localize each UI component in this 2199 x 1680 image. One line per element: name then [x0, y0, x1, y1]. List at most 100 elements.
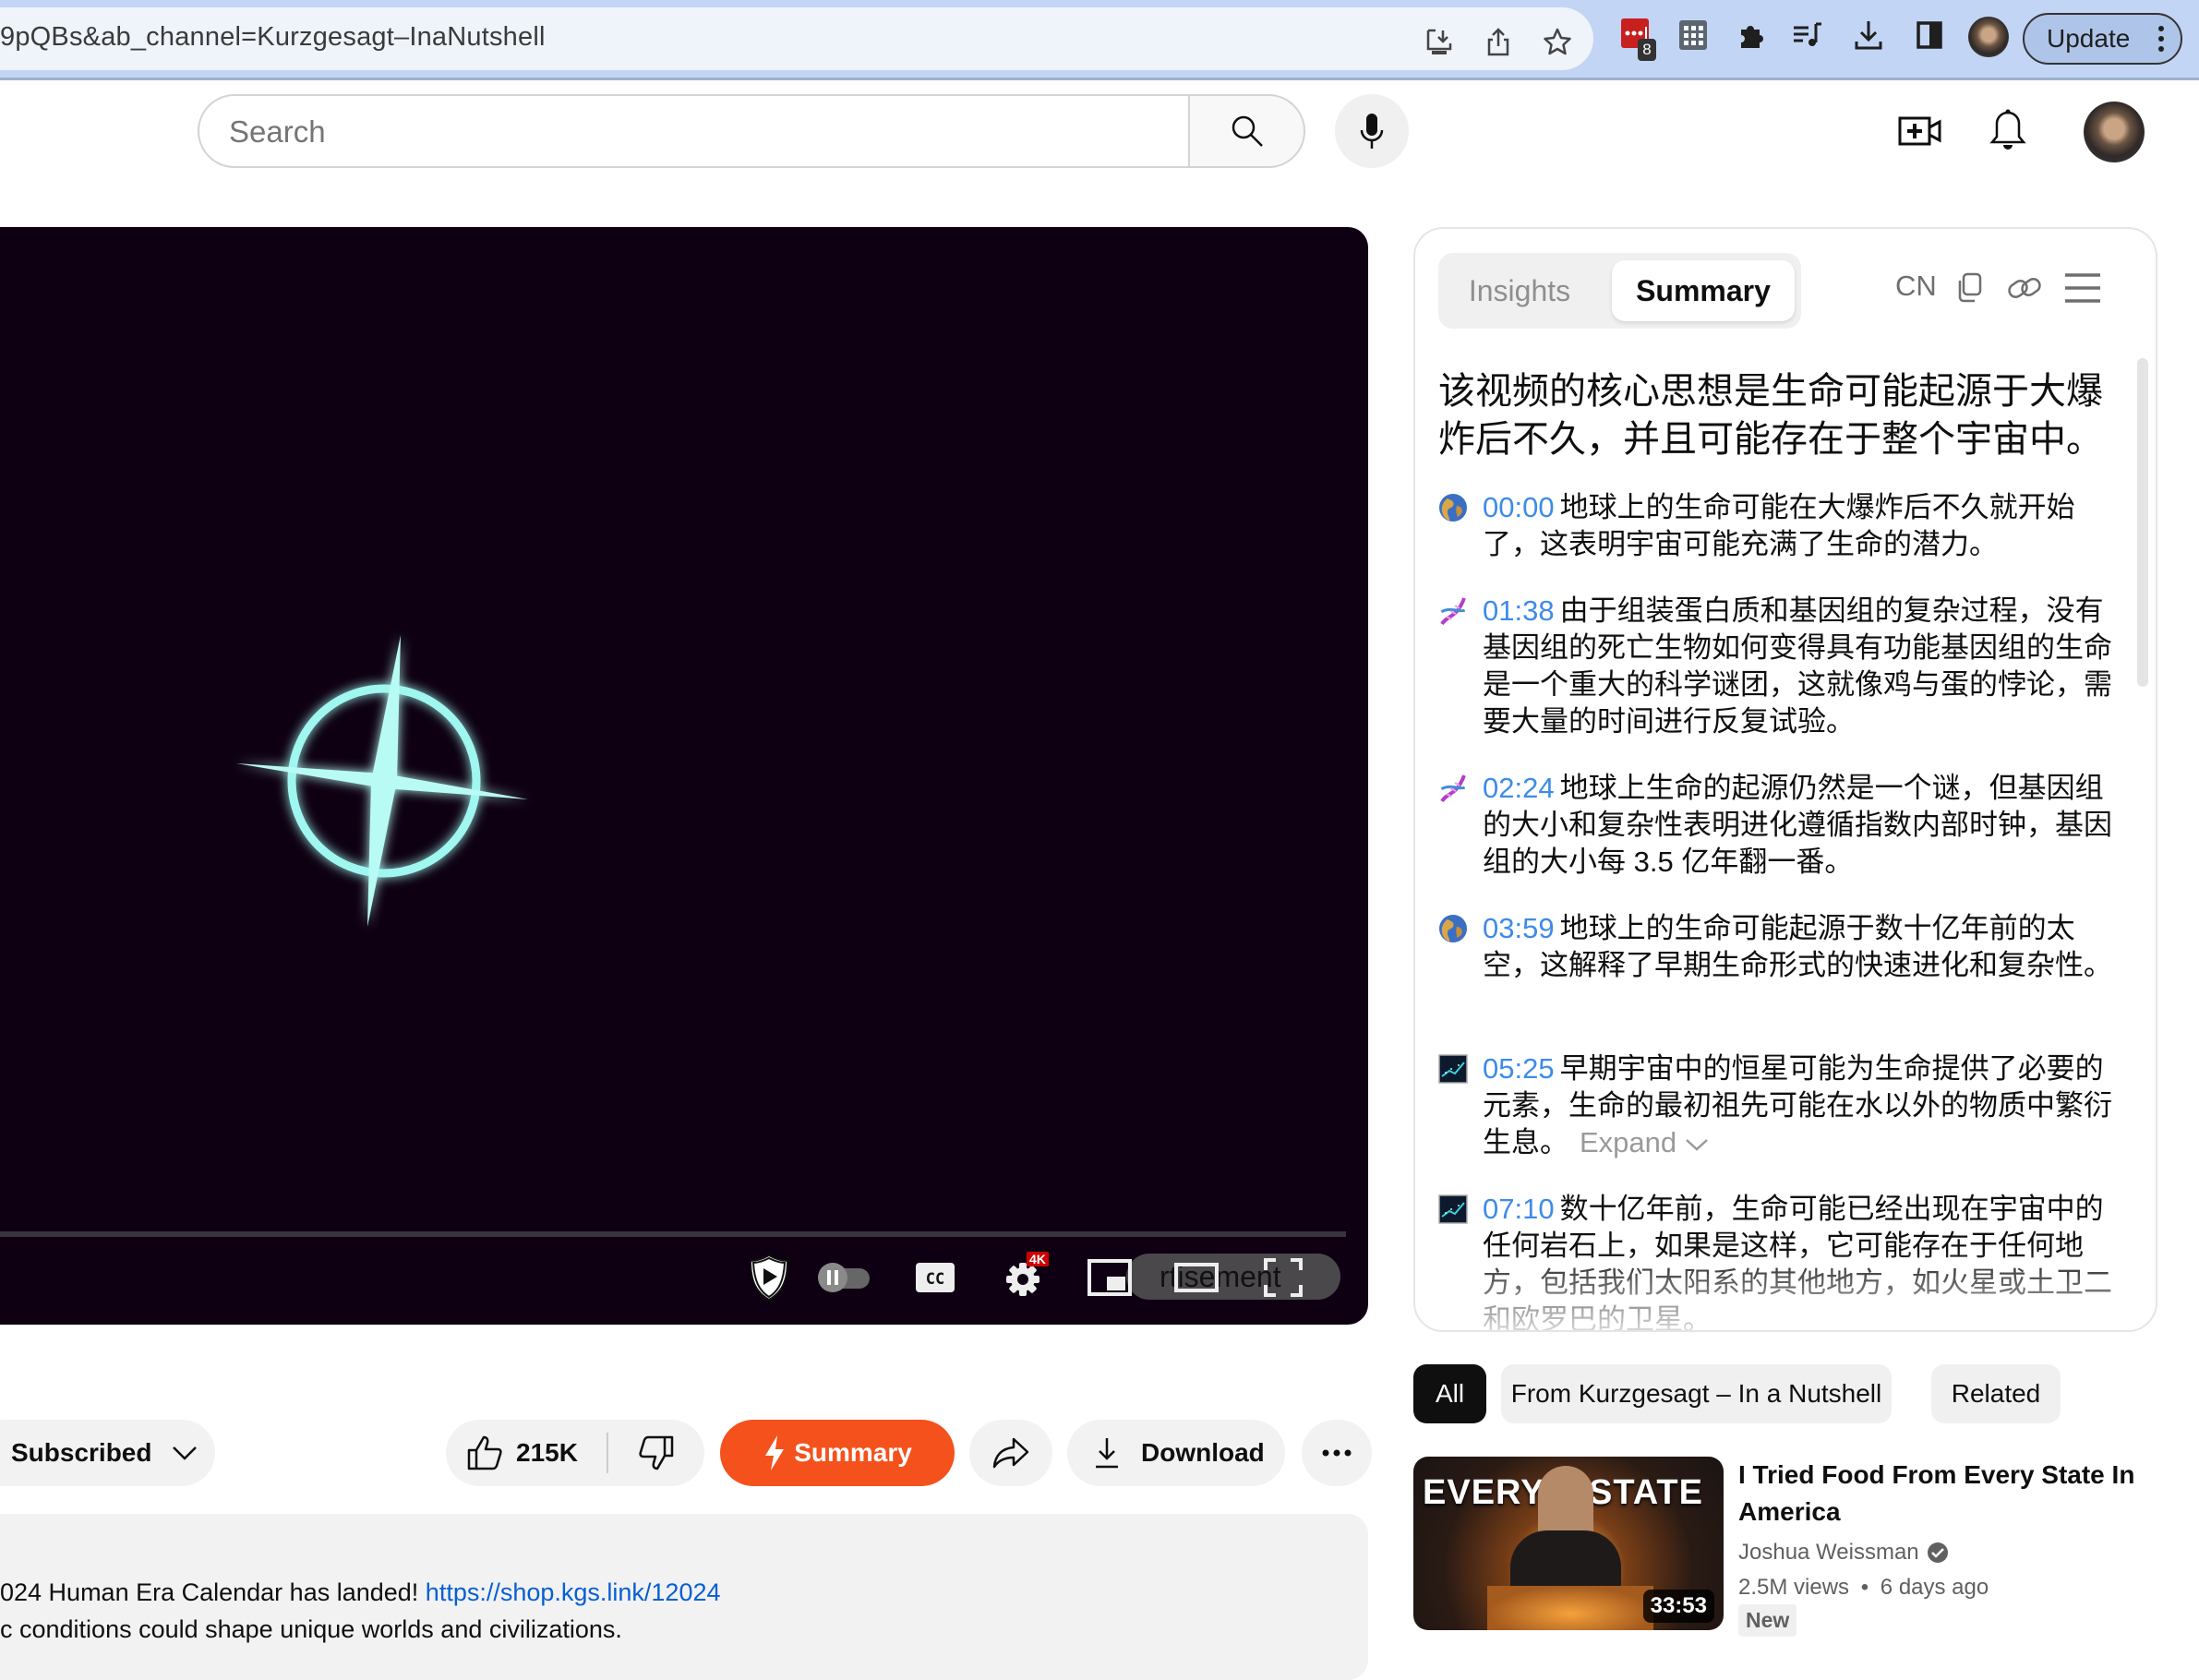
chip-related[interactable]: Related [1931, 1364, 2061, 1423]
summary-item: 05:25 早期宇宙中的恒星可能为生命提供了必要的元素，生命的最初祖先可能在水以外… [1438, 1050, 2121, 1161]
timestamp-link[interactable]: 05:25 [1483, 1052, 1555, 1085]
recommended-title[interactable]: I Tried Food From Every State In America [1738, 1457, 2154, 1530]
summary-item: 07:10 数十亿年前，生命可能已经出现在宇宙中的任何岩石上，如果是这样，它可能存… [1438, 1191, 2121, 1332]
like-dislike-group: 215K [446, 1420, 704, 1486]
channel-name: Joshua Weissman [1738, 1540, 1919, 1565]
lastpass-icon[interactable]: 8 [1619, 18, 1656, 61]
new-badge: New [1738, 1604, 1797, 1637]
more-horizontal-icon [1322, 1449, 1352, 1457]
summary-scrollbar[interactable] [2137, 358, 2148, 687]
extensions-puzzle-icon[interactable] [1734, 18, 1767, 52]
thumbs-down-icon [639, 1435, 674, 1470]
recommended-meta: 2.5M views • 6 days ago [1738, 1575, 1989, 1601]
search-box[interactable] [198, 94, 1190, 168]
summary-item: 01:38 由于组装蛋白质和基因组的复杂过程，没有基因组的死亡生物如何变得具有功能… [1438, 593, 2121, 740]
subscribed-button[interactable]: Subscribed [0, 1420, 215, 1486]
notifications-bell-icon [1989, 109, 2026, 150]
autoplay-toggle-icon [818, 1263, 870, 1292]
profile-avatar[interactable] [1968, 17, 2009, 57]
notifications-button[interactable] [1985, 104, 2031, 156]
voice-search-button[interactable] [1335, 94, 1409, 168]
svg-text:CC: CC [926, 1270, 944, 1289]
summary-panel: Insights Summary CN 该视频的核心思想是生命可能起源于大爆炸后… [1413, 227, 2157, 1332]
search-input[interactable] [229, 114, 1060, 150]
copy-button[interactable] [1951, 268, 1988, 308]
timestamp-link[interactable]: 02:24 [1483, 772, 1555, 804]
quality-badge: 4K [1027, 1252, 1049, 1266]
dna-emoji-icon [1440, 774, 1466, 803]
thumbnail-word: STATE [1589, 1473, 1703, 1512]
summary-button[interactable]: Summary [720, 1420, 955, 1486]
media-control-icon[interactable] [1791, 18, 1824, 52]
globe-emoji-icon [1439, 494, 1467, 522]
description-line-2: c conditions could shape unique worlds a… [0, 1615, 622, 1643]
like-count: 215K [516, 1438, 578, 1467]
captions-icon: CC [916, 1263, 955, 1292]
description-line-1: 024 Human Era Calendar has landed! https… [0, 1578, 721, 1607]
panel-menu-button[interactable] [2061, 268, 2104, 308]
timestamp-link[interactable]: 03:59 [1483, 912, 1555, 944]
more-actions-button[interactable] [1302, 1420, 1372, 1486]
summary-headline: 该视频的核心思想是生命可能起源于大爆炸后不久，并且可能存在于整个宇宙中。 [1438, 371, 2103, 460]
captions-button[interactable]: CC [912, 1250, 958, 1305]
summary-item: 02:24 地球上生命的起源仍然是一个谜，但基因组的大小和复杂性表明进化遵循指数内… [1438, 770, 2121, 881]
shop-link[interactable]: https://shop.kgs.link/12024 [426, 1578, 721, 1606]
chrome-menu-icon[interactable] [2158, 25, 2164, 53]
timestamp-link[interactable]: 07:10 [1483, 1193, 1555, 1225]
recommended-thumbnail[interactable]: EVERY STATE 33:53 [1413, 1457, 1724, 1630]
miniplayer-button[interactable] [1084, 1250, 1136, 1305]
summary-item: 00:00 地球上的生命可能在大爆炸后不久就开始了，这表明宇宙可能充满了生命的潜力… [1438, 489, 2121, 563]
dislike-button[interactable] [608, 1420, 704, 1486]
install-app-icon[interactable] [1424, 26, 1455, 57]
sponsorblock-button[interactable] [739, 1250, 799, 1305]
chevron-down-icon [173, 1446, 198, 1460]
summary-item-text: 地球上生命的起源仍然是一个谜，但基因组的大小和复杂性表明进化遵循指数内部时钟，基… [1483, 772, 2112, 878]
download-button[interactable]: Download [1067, 1420, 1285, 1486]
summary-tab-group: Insights Summary [1438, 253, 1801, 329]
grid-extension-icon[interactable] [1676, 18, 1710, 52]
microphone-icon [1360, 114, 1384, 149]
hamburger-menu-icon [2065, 273, 2100, 303]
timestamp-link[interactable]: 01:38 [1483, 594, 1555, 627]
search-button[interactable] [1188, 94, 1305, 168]
browser-toolbar: 9pQBs&ab_channel=Kurzgesagt–InaNutshell … [0, 0, 2199, 80]
account-avatar[interactable] [2084, 102, 2145, 162]
create-button[interactable] [1894, 108, 1946, 154]
tab-insights[interactable]: Insights [1451, 260, 1588, 321]
chip-from-channel[interactable]: From Kurzgesagt – In a Nutshell [1501, 1364, 1892, 1423]
share-button[interactable] [969, 1420, 1052, 1486]
timestamp-link[interactable]: 00:00 [1483, 491, 1555, 523]
video-player[interactable]: CC 4K rtisement [0, 227, 1368, 1325]
create-video-icon [1898, 116, 1941, 146]
fullscreen-button[interactable] [1257, 1250, 1309, 1305]
progress-bar[interactable] [0, 1231, 1346, 1237]
autoplay-toggle[interactable] [811, 1250, 875, 1305]
language-selector[interactable]: CN [1895, 270, 1937, 303]
update-label: Update [2047, 24, 2131, 53]
url-text[interactable]: 9pQBs&ab_channel=Kurzgesagt–InaNutshell [0, 22, 546, 53]
downloads-icon[interactable] [1852, 18, 1885, 52]
share-icon[interactable] [1483, 26, 1514, 57]
like-button[interactable]: 215K [446, 1420, 607, 1486]
summary-button-label: Summary [794, 1438, 912, 1467]
bookmark-star-icon[interactable] [1542, 26, 1573, 57]
summary-item-text: 早期宇宙中的恒星可能为生命提供了必要的元素，生命的最初祖先可能在水以外的物质中繁… [1483, 1052, 2112, 1158]
summary-item-text: 数十亿年前，生命可能已经出现在宇宙中的任何岩石上，如果是这样，它可能存在于任何地… [1483, 1193, 2112, 1332]
video-description[interactable]: 024 Human Era Calendar has landed! https… [0, 1514, 1368, 1680]
address-bar[interactable]: 9pQBs&ab_channel=Kurzgesagt–InaNutshell [0, 7, 1593, 70]
expand-button[interactable]: Expand [1580, 1126, 1709, 1158]
sponsorblock-icon [749, 1254, 789, 1302]
miniplayer-icon [1087, 1259, 1132, 1296]
side-panel-icon[interactable] [1913, 18, 1946, 52]
update-button[interactable]: Update [2023, 13, 2182, 65]
chip-all[interactable]: All [1413, 1364, 1486, 1423]
view-count: 2.5M views [1738, 1575, 1850, 1600]
link-icon [2008, 278, 2041, 298]
summary-content[interactable]: 该视频的核心思想是生命可能起源于大爆炸后不久，并且可能存在于整个宇宙中。 00:… [1415, 349, 2135, 1332]
recommended-channel[interactable]: Joshua Weissman [1738, 1540, 1949, 1566]
settings-button[interactable]: 4K [997, 1250, 1052, 1305]
tab-summary[interactable]: Summary [1612, 260, 1795, 321]
theater-mode-button[interactable] [1169, 1250, 1224, 1305]
share-link-button[interactable] [2006, 268, 2043, 308]
toolbar-divider [0, 78, 2199, 80]
